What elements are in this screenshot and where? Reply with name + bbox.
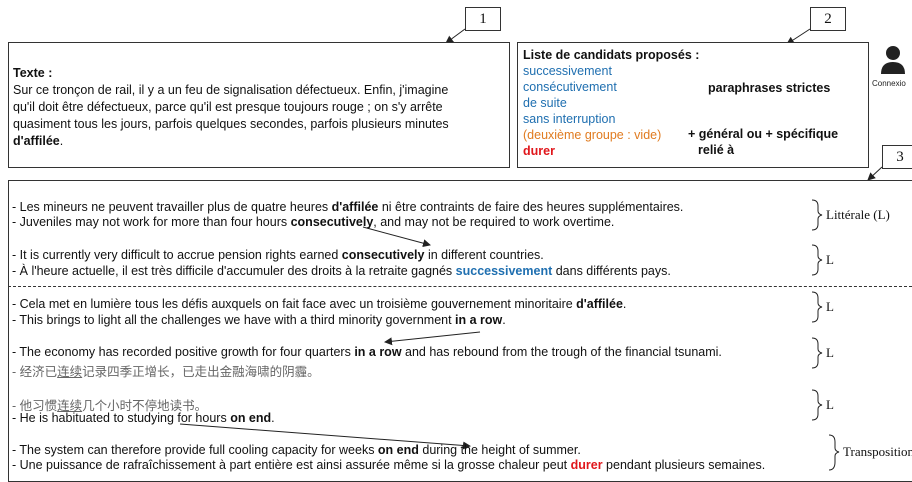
- example-line: - Les mineurs ne peuvent travailler plus…: [12, 200, 683, 214]
- label-l: L: [826, 252, 834, 267]
- text-segment: - It is currently very difficult to accr…: [12, 248, 342, 262]
- label-l: L: [826, 345, 834, 360]
- highlight-term: in a row: [354, 345, 402, 359]
- example-line: - À l'heure actuelle, il est très diffic…: [12, 264, 671, 278]
- example-line: - Une puissance de rafraîchissement à pa…: [12, 458, 765, 472]
- candidate-item: sans interruption: [523, 112, 616, 126]
- texte-period: .: [59, 134, 64, 148]
- texte-line-last: d'affilée.: [13, 133, 508, 150]
- highlight-term: on end: [377, 443, 419, 457]
- text-segment: - The economy has recorded positive grow…: [12, 345, 355, 359]
- text-segment: - The system can therefore provide full …: [12, 443, 378, 457]
- texte-title: Texte :: [13, 66, 53, 80]
- candidates-title: Liste de candidats proposés :: [523, 48, 700, 62]
- label-l: L: [826, 299, 834, 314]
- text-segment: - 经济已: [12, 365, 58, 379]
- example-line: - 经济已连续记录四季正增长，已走出金融海啸的阴霾。: [12, 361, 320, 380]
- texte-line: Sur ce tronçon de rail, il y a un feu de…: [13, 83, 449, 97]
- example-line: - Cela met en lumière tous les défis aux…: [12, 297, 626, 311]
- highlight-term-related: durer: [570, 458, 603, 472]
- highlight-term: consecutively: [290, 215, 374, 229]
- strict-paraphrase-label: paraphrases strictes: [708, 81, 831, 95]
- candidate-item: consécutivement: [523, 80, 617, 94]
- user-icon[interactable]: [880, 45, 906, 75]
- text-segment: - This brings to light all the challenge…: [12, 313, 456, 327]
- text-segment: - Une puissance de rafraîchissement à pa…: [12, 458, 571, 472]
- callout-1-arrow: [445, 28, 466, 44]
- texte-target-word: d'affilée: [13, 134, 60, 148]
- candidates-panel: Liste de candidats proposés : successive…: [517, 42, 869, 168]
- text-segment: .: [502, 313, 506, 327]
- highlight-term: 连续: [57, 365, 83, 379]
- label-l: L: [826, 397, 834, 412]
- candidates-list: Liste de candidats proposés : successive…: [523, 47, 699, 159]
- text-segment: during the height of summer.: [418, 443, 581, 457]
- highlight-term: on end: [230, 411, 272, 425]
- text-segment: ni être contraints de faire des heures s…: [378, 200, 684, 214]
- example-line: - He is habituated to studying for hours…: [12, 411, 275, 425]
- highlight-term: in a row: [455, 313, 503, 327]
- text-segment: - À l'heure actuelle, il est très diffic…: [12, 264, 456, 278]
- highlight-term: consecutively: [341, 248, 425, 262]
- candidate-item: de suite: [523, 96, 567, 110]
- text-segment: pendant plusieurs semaines.: [602, 458, 766, 472]
- texte-line: qu'il doit être défectueux, parce qu'il …: [13, 100, 443, 114]
- text-segment: - He is habituated to studying for hours: [12, 411, 231, 425]
- text-segment: and has rebound from the trough of the f…: [401, 345, 722, 359]
- section-divider: [8, 286, 912, 287]
- candidate-item-related: durer: [523, 144, 555, 158]
- text-segment: .: [271, 411, 275, 425]
- example-line: - Juveniles may not work for more than f…: [12, 215, 614, 229]
- example-line: - This brings to light all the challenge…: [12, 313, 506, 327]
- label-transposition: Transposition: [843, 444, 912, 459]
- example-line: - The economy has recorded positive grow…: [12, 345, 722, 359]
- text-segment: 记录四季正增长，已走出金融海啸的阴霾。: [82, 365, 320, 379]
- callout-3-arrow: [867, 166, 883, 181]
- connexion-label[interactable]: Connexio: [872, 79, 906, 88]
- label-litterale: Littérale (L): [826, 207, 890, 222]
- texte-line: quasiment tous les jours, parfois quelqu…: [13, 117, 449, 131]
- text-segment: - Juveniles may not work for more than f…: [12, 215, 291, 229]
- text-segment: dans différents pays.: [552, 264, 671, 278]
- text-segment: , and may not be required to work overti…: [373, 215, 615, 229]
- example-line: - The system can therefore provide full …: [12, 443, 581, 457]
- candidate-item-empty-group: (deuxième groupe : vide): [523, 128, 662, 142]
- highlight-term: d'affilée: [576, 297, 623, 311]
- text-segment: - Les mineurs ne peuvent travailler plus…: [12, 200, 332, 214]
- texte-body: Sur ce tronçon de rail, il y a un feu de…: [13, 82, 508, 150]
- text-segment: .: [622, 297, 627, 311]
- example-line: - It is currently very difficult to accr…: [12, 248, 544, 262]
- highlight-term: d'affilée: [331, 200, 379, 214]
- general-label: + général ou + spécifique: [688, 127, 839, 141]
- text-segment: in different countries.: [424, 248, 544, 262]
- candidate-item: successivement: [523, 64, 612, 78]
- text-segment: - Cela met en lumière tous les défis aux…: [12, 297, 577, 311]
- highlight-term-candidate: successivement: [455, 264, 553, 278]
- related-label: relié à: [698, 143, 735, 157]
- texte-panel: Texte : Sur ce tronçon de rail, il y a u…: [8, 42, 510, 168]
